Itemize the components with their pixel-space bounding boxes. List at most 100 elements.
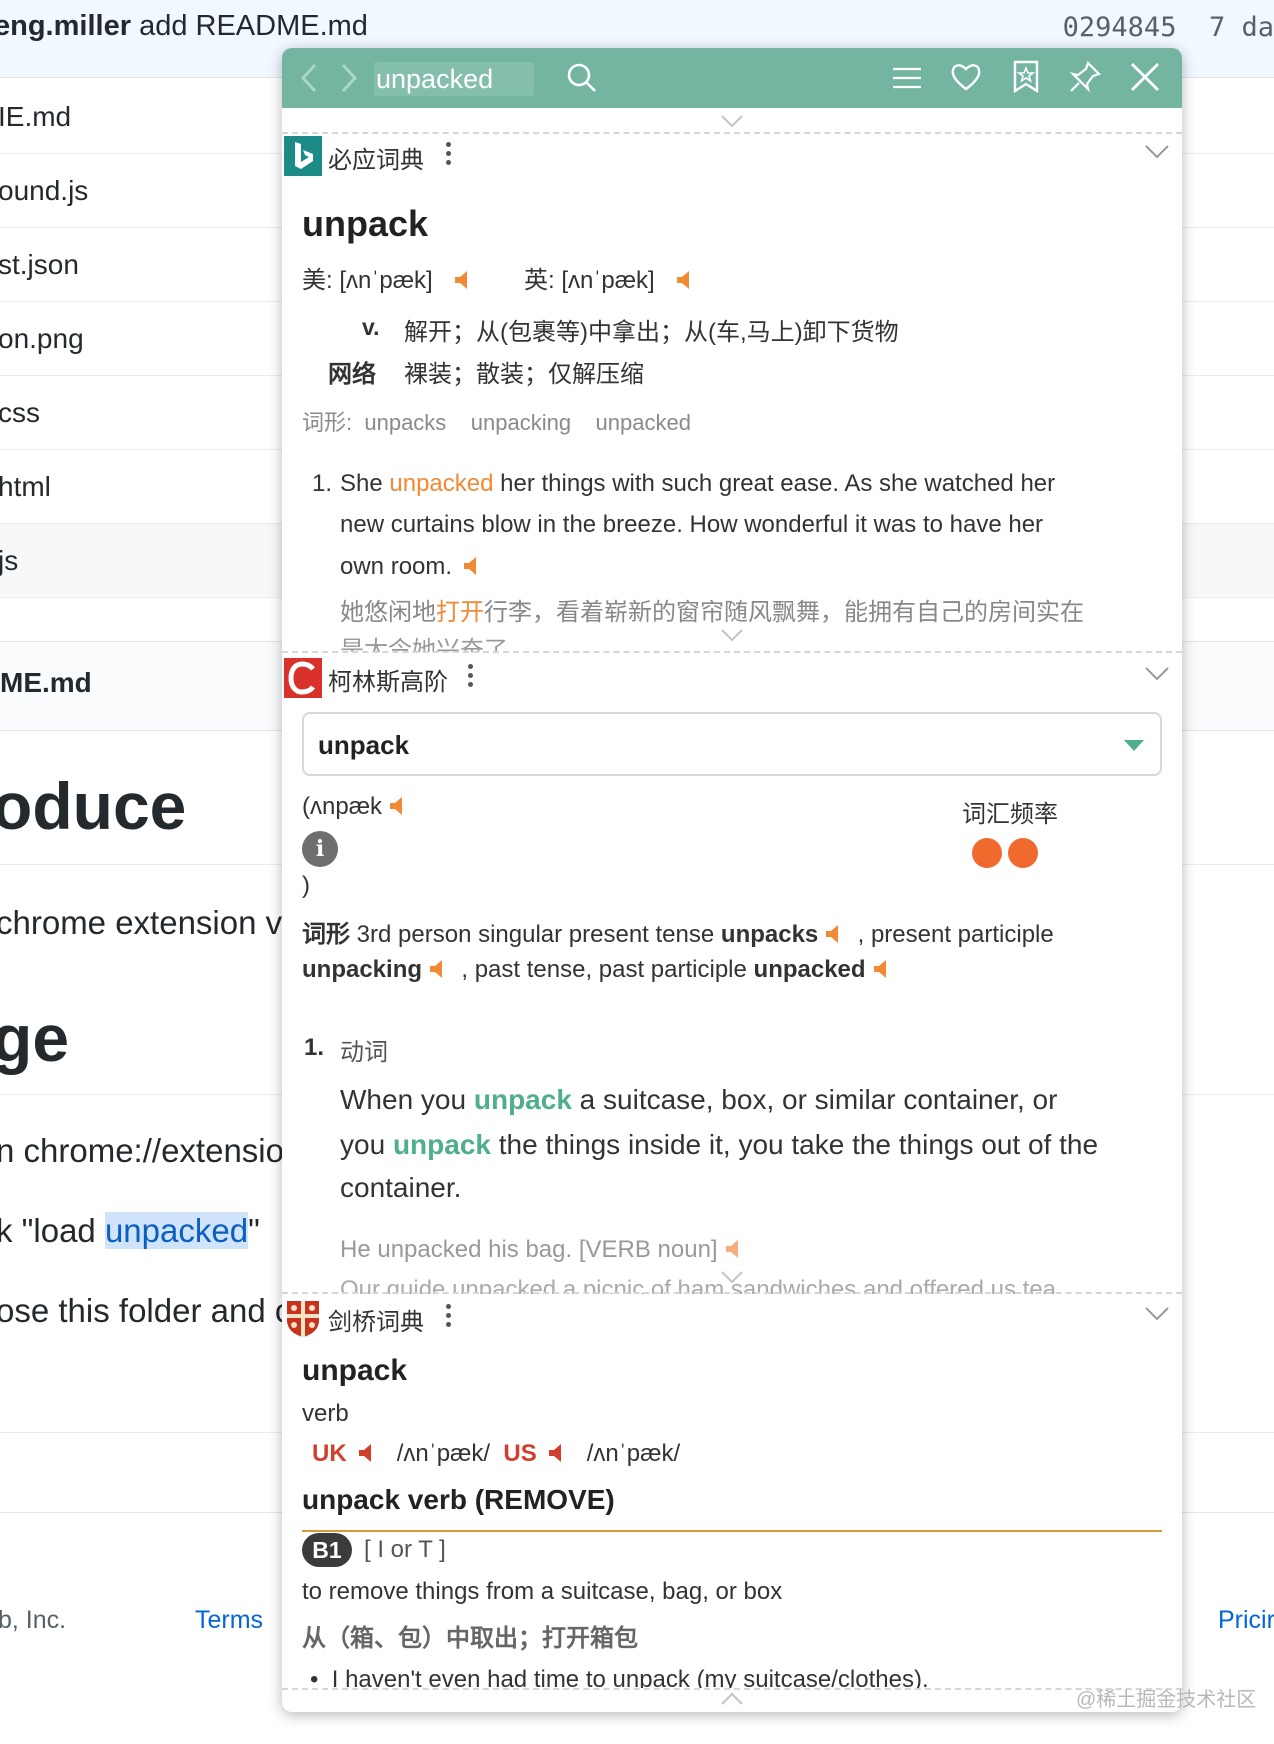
bookmark-icon[interactable] <box>1012 60 1040 94</box>
def-keyword: unpack <box>392 1129 491 1160</box>
forms-label: 词形: <box>302 410 353 435</box>
speaker-icon[interactable] <box>872 959 892 979</box>
example-translation-clipped: 是太令她兴奋了。 <box>340 632 840 652</box>
def-keyword: unpack <box>473 1084 572 1115</box>
example-translation: 她悠闲地打开行李，看着崭新的窗帘随风飘舞，能拥有自己的房间实在 <box>340 592 1084 627</box>
commit-meta: 0294845 7 da <box>1063 12 1274 43</box>
commit-message[interactable]: eng.miller add README.md <box>0 10 368 43</box>
phonetic-close-paren: ) <box>302 872 310 899</box>
file-name[interactable]: on.png <box>0 323 84 354</box>
popup-toolbar <box>282 48 1182 108</box>
forward-icon[interactable] <box>338 62 360 94</box>
bing-logo-icon <box>284 136 322 176</box>
close-icon[interactable] <box>1130 62 1160 92</box>
bing-options-icon[interactable] <box>446 142 452 168</box>
pin-icon[interactable] <box>1068 60 1102 94</box>
chevron-down-icon[interactable] <box>1144 144 1170 160</box>
chevron-up-icon[interactable] <box>720 1692 744 1706</box>
form-link[interactable]: unpacks <box>364 410 446 435</box>
example-keyword: unpacked <box>389 470 494 497</box>
footer-company: b, Inc. <box>0 1606 67 1634</box>
step-text: k "load <box>0 1212 105 1249</box>
bing-section-header[interactable]: 必应词典 <box>282 128 1182 184</box>
file-name[interactable]: css <box>0 397 40 428</box>
translation-text: 是太令她兴奋了。 <box>340 637 532 652</box>
speaker-icon[interactable] <box>724 1239 744 1259</box>
sense-number: 1. <box>304 1034 325 1061</box>
form-link[interactable]: unpacked <box>596 410 691 435</box>
form-word: unpacks <box>720 921 819 948</box>
section-divider <box>282 1688 1182 1690</box>
chevron-down-icon[interactable] <box>1144 1306 1170 1322</box>
cambridge-section-header[interactable]: 剑桥词典 <box>282 1290 1182 1346</box>
collins-entry-select[interactable]: unpack <box>302 712 1162 776</box>
pos-web: 网络 <box>328 361 376 388</box>
speaker-icon[interactable] <box>453 270 473 290</box>
bing-headword: unpack <box>302 203 429 244</box>
readme-heading-usage: ge <box>0 1001 70 1075</box>
form-link[interactable]: unpacking <box>471 410 571 435</box>
speaker-icon[interactable] <box>675 270 695 290</box>
commit-author[interactable]: eng.miller <box>0 10 131 42</box>
collins-section-header[interactable]: 柯林斯高阶 <box>282 650 1182 706</box>
bing-title: 必应词典 <box>328 147 424 174</box>
search-input[interactable] <box>374 62 534 96</box>
collins-title: 柯林斯高阶 <box>328 669 448 696</box>
info-icon[interactable]: i <box>302 831 338 867</box>
def-text: When you <box>340 1084 474 1115</box>
form-desc: , present participle <box>857 921 1054 948</box>
search-icon[interactable] <box>566 62 598 94</box>
speaker-icon[interactable] <box>428 959 448 979</box>
word-forms: 词形: unpacks unpacking unpacked <box>302 405 691 437</box>
cambridge-example-clipped: • I haven't even had time to unpack (my … <box>310 1668 930 1688</box>
speaker-icon[interactable] <box>388 796 408 816</box>
example-text: • I haven't even had time to unpack (my … <box>310 1668 930 1688</box>
menu-icon[interactable] <box>892 64 922 92</box>
definition-line: you unpack the things inside it, you tak… <box>340 1129 1098 1161</box>
collins-options-icon[interactable] <box>468 664 474 690</box>
back-icon[interactable] <box>298 62 320 94</box>
def-verb: 解开；从(包裹等)中拿出；从(车,马上)卸下货物 <box>404 319 899 346</box>
expand-chevron-icon[interactable] <box>720 1270 744 1284</box>
collapse-chevron-icon[interactable] <box>720 114 744 128</box>
sense-rule <box>302 1530 1162 1532</box>
selected-word[interactable]: unpacked <box>104 1212 249 1249</box>
definition-line: container. <box>340 1172 462 1203</box>
footer-terms-link[interactable]: Terms <box>195 1606 263 1635</box>
speaker-icon[interactable] <box>357 1443 377 1463</box>
cambridge-pos: verb <box>302 1400 349 1427</box>
speaker-icon[interactable] <box>547 1443 567 1463</box>
expand-chevron-icon[interactable] <box>720 628 744 642</box>
example-text: own room. <box>340 553 453 580</box>
collins-forms-line: 词形 3rd person singular present tense unp… <box>302 914 1054 949</box>
speaker-icon[interactable] <box>462 556 482 576</box>
file-name[interactable]: st.json <box>0 249 79 280</box>
translation-text: 她悠闲地 <box>340 599 436 626</box>
ipa: /ʌnˈpæk/ <box>586 1440 681 1467</box>
commit-text[interactable]: add README.md <box>139 10 368 42</box>
phonetic: (ʌnpæk <box>302 793 383 820</box>
speaker-icon[interactable] <box>824 924 844 944</box>
pos-verb: v. <box>362 314 380 340</box>
file-name[interactable]: html <box>0 471 51 502</box>
heart-icon[interactable] <box>950 62 982 92</box>
form-word: unpacking <box>302 956 423 983</box>
readme-paragraph: chrome extension v <box>0 904 283 941</box>
file-name[interactable]: ound.js <box>0 175 88 206</box>
file-name[interactable]: IE.md <box>0 101 71 132</box>
commit-sha[interactable]: 0294845 <box>1063 12 1177 43</box>
collins-phonetic: (ʌnpæk <box>302 793 408 821</box>
file-name[interactable]: js <box>0 545 18 576</box>
chevron-down-icon[interactable] <box>1144 666 1170 682</box>
footer-pricing-link[interactable]: Pricir <box>1218 1606 1274 1635</box>
def-text: a suitcase, box, or similar container, o… <box>571 1084 1058 1115</box>
bing-pron-uk: 英: [ʌnˈpæk] <box>524 260 695 295</box>
commit-age: 7 da <box>1208 12 1274 43</box>
cambridge-headword: unpack <box>302 1354 408 1387</box>
sense-heading: unpack verb (REMOVE) <box>302 1484 615 1515</box>
freq-label: 词汇频率 <box>962 801 1058 828</box>
frequency-dot <box>972 838 1002 868</box>
translation-keyword: 打开 <box>436 599 484 626</box>
pron-region-us: US <box>503 1440 537 1467</box>
cambridge-options-icon[interactable] <box>446 1304 452 1330</box>
